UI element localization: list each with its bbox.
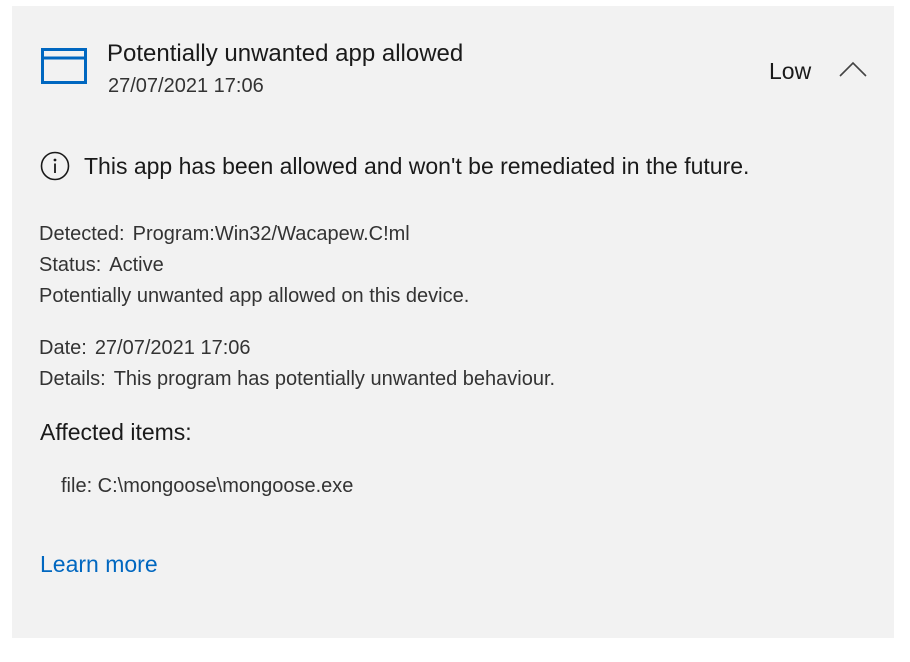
affected-item-file: file: C:\mongoose\mongoose.exe bbox=[61, 475, 354, 497]
details-row: Details: This program has potentially unw… bbox=[39, 364, 555, 395]
threat-card: Potentially unwanted app allowed 27/07/2… bbox=[12, 6, 894, 638]
status-row: Status: Active bbox=[39, 250, 469, 281]
detected-label: Detected: bbox=[39, 223, 125, 245]
description-text: Potentially unwanted app allowed on this… bbox=[39, 285, 470, 307]
affected-items-title: Affected items: bbox=[40, 419, 192, 445]
app-window-icon bbox=[41, 48, 87, 84]
severity-label: Low bbox=[769, 58, 812, 84]
threat-title: Potentially unwanted app allowed bbox=[107, 40, 464, 67]
info-message: This app has been allowed and won't be r… bbox=[84, 152, 750, 179]
chevron-up-icon[interactable] bbox=[838, 58, 868, 80]
details-label: Details: bbox=[39, 368, 106, 390]
details-value: This program has potentially unwanted be… bbox=[113, 368, 556, 390]
status-label: Status: bbox=[39, 254, 102, 276]
date-label: Date: bbox=[39, 337, 87, 359]
detected-row: Detected: Program:Win32/Wacapew.C!ml bbox=[39, 219, 469, 250]
learn-more-link[interactable]: Learn more bbox=[40, 551, 158, 578]
detected-value: Program:Win32/Wacapew.C!ml bbox=[132, 223, 410, 245]
info-icon bbox=[40, 151, 70, 181]
status-value: Active bbox=[109, 254, 164, 276]
date-row: Date: 27/07/2021 17:06 bbox=[39, 333, 555, 364]
date-value: 27/07/2021 17:06 bbox=[94, 337, 251, 359]
detection-details: Detected: Program:Win32/Wacapew.C!ml Stat… bbox=[39, 219, 469, 312]
threat-timestamp: 27/07/2021 17:06 bbox=[108, 75, 264, 97]
info-message-row: This app has been allowed and won't be r… bbox=[40, 151, 749, 181]
date-details: Date: 27/07/2021 17:06 Details: This progr… bbox=[39, 333, 555, 395]
